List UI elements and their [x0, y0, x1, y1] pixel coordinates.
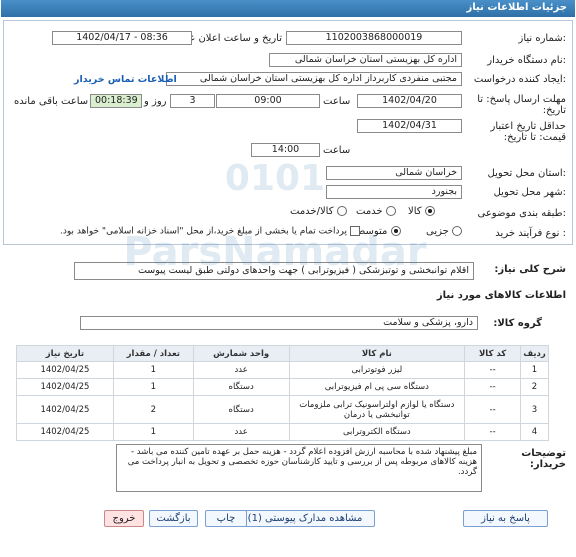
- announce-field: 1402/04/17 - 08:36: [52, 31, 192, 45]
- col-unit-header: واحد شمارش: [192, 345, 290, 362]
- validity-time-field: 14:00: [251, 143, 320, 157]
- goods-section-title: اطلاعات کالاهای مورد نیاز: [436, 290, 566, 301]
- process-medium-option[interactable]: متوسط: [356, 226, 401, 237]
- page-header: جزئیات اطلاعات نیاز: [1, 0, 575, 17]
- category-both-option[interactable]: کالا/خدمت: [290, 206, 347, 217]
- need-number-field: 1102003868000019: [286, 31, 462, 45]
- need-number-label: شماره نیاز:: [518, 33, 566, 44]
- deadline-date-field: 1402/04/20: [357, 94, 462, 108]
- col-row-header: ردیف: [520, 345, 549, 362]
- deadline-time-field: 09:00: [216, 94, 320, 108]
- radio-icon: [336, 206, 347, 216]
- notes-label: توضیحات خریدار:: [521, 448, 566, 470]
- table-row: 4 -- دستگاه الکتروترابی عدد 1 1402/04/25: [16, 423, 549, 441]
- col-qty-header: تعداد / مقدار: [112, 345, 194, 362]
- page-title: جزئیات اطلاعات نیاز: [466, 2, 567, 13]
- goods-group-label: گروه کالا:: [493, 318, 542, 329]
- city-field: بجنورد: [326, 185, 462, 199]
- table-row: 1 -- لیزر فوتوترابی عدد 1 1402/04/25: [16, 361, 549, 379]
- goods-group-field: دارو، پزشکی و سلامت: [80, 316, 478, 330]
- days-label: روز و: [144, 96, 167, 107]
- table-row: 2 -- دستگاه سی پی ام فیزیوترابی دستگاه 1 1402…: [16, 378, 549, 396]
- table-row: 3 -- دستگاه یا لوازم اولتراسونیک ترابی ملز…: [16, 395, 549, 424]
- print-button[interactable]: چاپ: [205, 510, 247, 527]
- radio-icon: [452, 226, 463, 236]
- deadline-time-label: ساعت: [323, 96, 351, 107]
- contact-buyer-link[interactable]: اطلاعات تماس خریدار: [74, 74, 177, 85]
- buyer-org-field: اداره کل بهزیستی استان خراسان شمالی: [269, 53, 462, 67]
- days-field: 3: [170, 94, 215, 108]
- category-service-option[interactable]: خدمت: [356, 206, 396, 217]
- notes-field: مبلغ پیشنهاد شده با محاسبه ارزش افزوده ا…: [116, 444, 482, 492]
- creator-label: ایجاد کننده درخواست:: [473, 74, 566, 85]
- validity-date-field: 1402/04/31: [357, 119, 462, 133]
- buyer-org-label: نام دستگاه خریدار:: [487, 55, 566, 66]
- creator-field: مجتبی منفردی کاربرداز اداره کل بهزیستی ا…: [166, 72, 462, 86]
- exit-button[interactable]: خروج: [104, 510, 144, 527]
- validity-label: حداقل تاریخ اعتبار قیمت: تا تاریخ:: [490, 121, 566, 143]
- checkbox-icon: [349, 226, 360, 236]
- col-date-header: تاریخ نیاز: [16, 345, 114, 362]
- radio-selected-icon: [390, 226, 401, 236]
- radio-selected-icon: [424, 206, 435, 216]
- col-code-header: کد کالا: [464, 345, 522, 362]
- view-attachments-button[interactable]: مشاهده مدارک پیوستی (1): [235, 510, 375, 527]
- province-field: خراسان شمالی: [326, 166, 462, 180]
- back-button[interactable]: بازگشت: [149, 510, 198, 527]
- table-header-row: ردیف کد کالا نام کالا واحد شمارش تعداد /…: [16, 345, 549, 362]
- category-goods-option[interactable]: کالا: [408, 206, 435, 217]
- summary-label: شرح کلی نیاز:: [494, 264, 566, 275]
- remaining-label: ساعت باقی مانده: [14, 96, 89, 107]
- reply-button[interactable]: پاسخ به نیاز: [463, 510, 548, 527]
- city-label: شهر محل تحویل:: [493, 187, 566, 198]
- category-label: طبقه بندی موضوعی:: [477, 208, 567, 219]
- announce-label: تاریخ و ساعت اعلان عمومی:: [161, 33, 282, 44]
- province-label: استان محل تحویل:: [487, 168, 566, 179]
- remaining-field: 00:18:39: [90, 94, 142, 108]
- items-table: ردیف کد کالا نام کالا واحد شمارش تعداد /…: [16, 345, 549, 441]
- process-minor-option[interactable]: جزیی: [426, 226, 463, 237]
- col-name-header: نام کالا: [288, 345, 466, 362]
- payment-treasury-option[interactable]: پرداخت تمام یا بخشی از مبلغ خرید،از محل …: [60, 226, 360, 237]
- deadline-label: مهلت ارسال پاسخ: تا تاریخ:: [477, 94, 566, 116]
- summary-field: اقلام توانبخشی و توتبزشکی ( فیزیوترابی )…: [74, 262, 474, 280]
- process-label: نوع فرآیند خرید :: [495, 228, 566, 239]
- radio-icon: [385, 206, 396, 216]
- validity-time-label: ساعت: [323, 145, 351, 156]
